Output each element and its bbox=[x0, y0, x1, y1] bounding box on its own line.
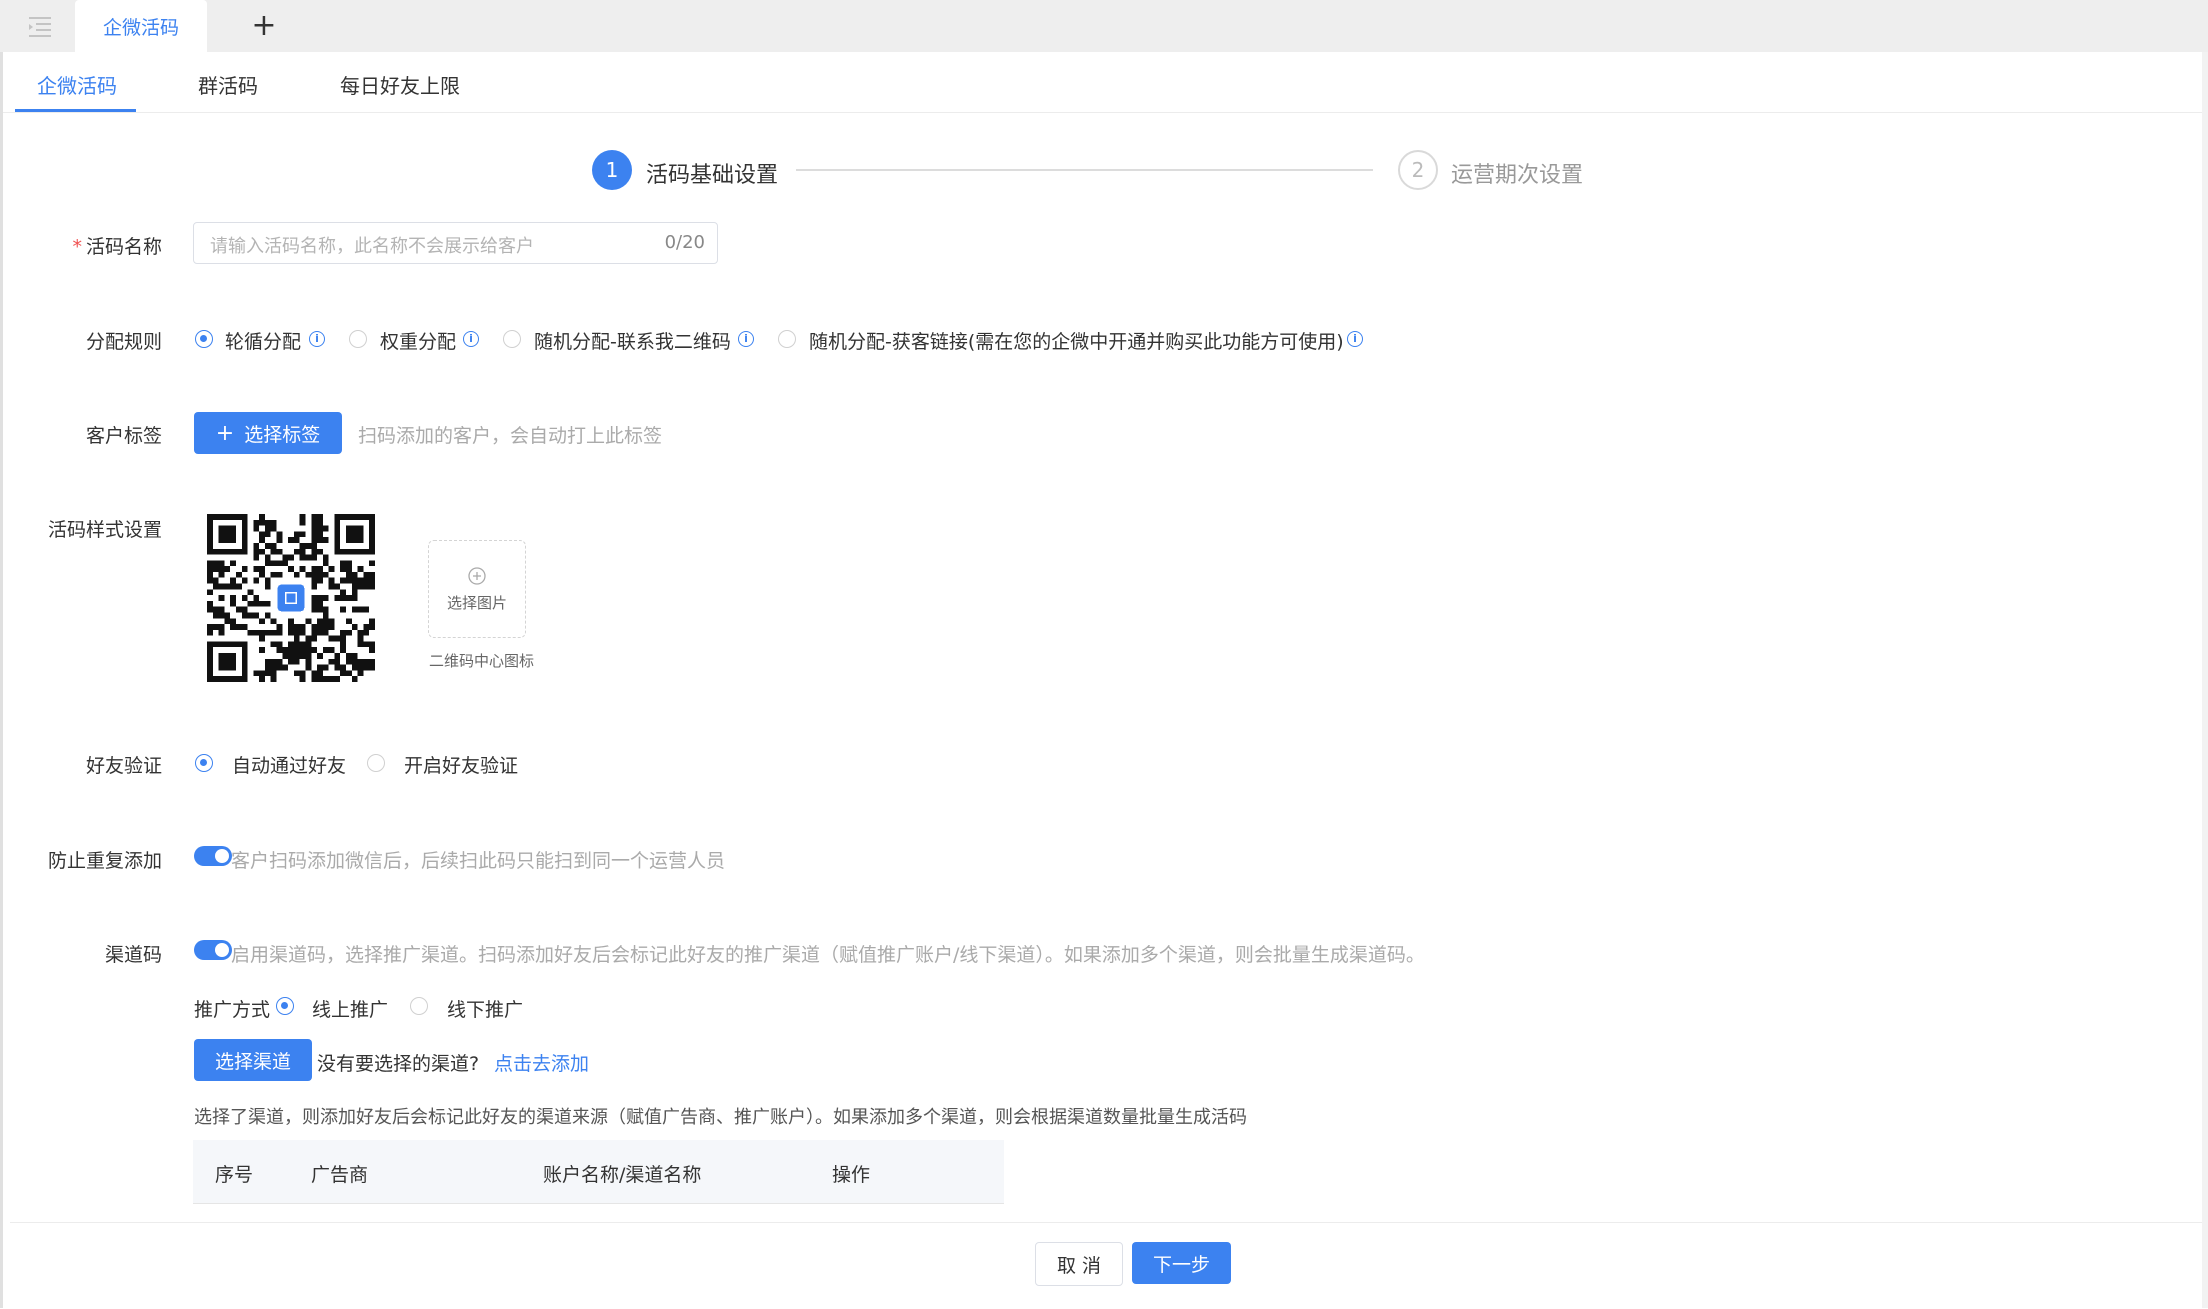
rule-label: 分配规则 bbox=[85, 331, 162, 353]
verify-label: 好友验证 bbox=[85, 755, 162, 777]
center-icon-caption: 二维码中心图标 bbox=[429, 652, 535, 670]
add-circle-icon bbox=[468, 566, 486, 585]
upload-center-icon[interactable]: 选择图片 bbox=[428, 540, 526, 638]
name-label: * 活码名称 bbox=[72, 236, 162, 258]
no-channel-text: 没有要选择的渠道? bbox=[317, 1053, 480, 1075]
select-channel-button[interactable]: 选择渠道 bbox=[194, 1039, 312, 1081]
step-2-label: 运营期次设置 bbox=[1451, 163, 1584, 188]
promo-option-label[interactable]: 线上推广 bbox=[312, 995, 388, 1022]
tag-hint: 扫码添加的客户，会自动打上此标签 bbox=[358, 425, 663, 447]
rule-radio-round-robin[interactable] bbox=[195, 330, 213, 348]
rule-option-label[interactable]: 随机分配-获客链接(需在您的企微中开通并购买此功能方可使用) bbox=[809, 327, 1344, 354]
verify-radio-auto[interactable] bbox=[195, 754, 213, 772]
upload-label: 选择图片 bbox=[446, 593, 507, 612]
code-name-placeholder: 请输入活码名称，此名称不会展示给客户 bbox=[210, 236, 534, 257]
th-actions: 操作 bbox=[832, 1164, 871, 1186]
channel-hint: 启用渠道码，选择推广渠道。扫码添加好友后会标记此好友的推广渠道（赋值推广账户/线… bbox=[231, 944, 1425, 966]
channel-toggle[interactable] bbox=[194, 940, 232, 960]
qr-code-preview bbox=[207, 514, 375, 682]
dedupe-label: 防止重复添加 bbox=[47, 850, 162, 872]
rule-option-label[interactable]: 权重分配 bbox=[380, 327, 456, 354]
dedupe-toggle[interactable] bbox=[194, 846, 232, 866]
step-1-circle: 1 bbox=[592, 150, 632, 190]
promo-method-label: 推广方式 bbox=[194, 999, 271, 1021]
active-tab-indicator bbox=[15, 109, 136, 112]
th-index: 序号 bbox=[215, 1164, 254, 1186]
verify-option-label[interactable]: 自动通过好友 bbox=[232, 751, 346, 778]
plus-icon: + bbox=[215, 420, 235, 446]
rule-radio-random-link[interactable] bbox=[778, 330, 796, 348]
next-step-button[interactable]: 下一步 bbox=[1132, 1242, 1231, 1284]
th-account-name: 账户名称/渠道名称 bbox=[543, 1164, 702, 1186]
channel-table-header: 序号 广告商 账户名称/渠道名称 操作 bbox=[193, 1140, 1004, 1204]
promo-option-label[interactable]: 线下推广 bbox=[447, 995, 523, 1022]
required-mark: * bbox=[72, 236, 82, 258]
promo-radio-online[interactable] bbox=[276, 997, 294, 1015]
subtab-daily-limit[interactable]: 每日好友上限 bbox=[340, 70, 460, 99]
select-tag-button[interactable]: + 选择标签 bbox=[194, 412, 342, 454]
right-scroll-area bbox=[2202, 52, 2208, 1308]
info-icon[interactable]: i bbox=[738, 331, 754, 347]
promo-radio-offline[interactable] bbox=[410, 997, 428, 1015]
step-1-label: 活码基础设置 bbox=[646, 163, 779, 188]
cancel-button[interactable]: 取 消 bbox=[1035, 1242, 1123, 1286]
top-tab-bar bbox=[0, 0, 2208, 52]
add-tab-button[interactable]: + bbox=[248, 8, 280, 44]
step-2-circle: 2 bbox=[1398, 150, 1438, 190]
char-counter: 0/20 bbox=[664, 232, 705, 253]
subtab-qiwei-code[interactable]: 企微活码 bbox=[37, 70, 117, 99]
rule-option-label[interactable]: 轮循分配 bbox=[225, 327, 301, 354]
step-connector bbox=[796, 169, 1373, 171]
verify-radio-manual[interactable] bbox=[367, 754, 385, 772]
subtab-group-code[interactable]: 群活码 bbox=[198, 70, 258, 99]
add-channel-link[interactable]: 点击去添加 bbox=[494, 1049, 589, 1076]
th-advertiser: 广告商 bbox=[311, 1164, 369, 1186]
verify-option-label[interactable]: 开启好友验证 bbox=[404, 751, 518, 778]
page-tab-qiwei[interactable]: 企微活码 bbox=[75, 0, 207, 52]
info-icon[interactable]: i bbox=[1347, 331, 1363, 347]
dedupe-hint: 客户扫码添加微信后，后续扫此码只能扫到同一个运营人员 bbox=[231, 850, 726, 872]
info-icon[interactable]: i bbox=[463, 331, 479, 347]
channel-desc: 选择了渠道，则添加好友后会标记此好友的渠道来源（赋值广告商、推广账户）。如果添加… bbox=[194, 1107, 1247, 1128]
info-icon[interactable]: i bbox=[309, 331, 325, 347]
style-label: 活码样式设置 bbox=[47, 519, 162, 541]
rule-radio-weighted[interactable] bbox=[349, 330, 367, 348]
rule-radio-random-contact[interactable] bbox=[503, 330, 521, 348]
channel-label: 渠道码 bbox=[104, 944, 162, 966]
menu-collapse-icon[interactable] bbox=[24, 10, 56, 42]
page-tab-label: 企微活码 bbox=[102, 16, 179, 39]
sub-tabs: 企微活码 群活码 每日好友上限 bbox=[3, 52, 2202, 113]
code-name-input[interactable]: 请输入活码名称，此名称不会展示给客户 0/20 bbox=[193, 222, 718, 264]
tag-label: 客户标签 bbox=[85, 425, 162, 447]
rule-option-label[interactable]: 随机分配-联系我二维码 bbox=[534, 327, 731, 354]
